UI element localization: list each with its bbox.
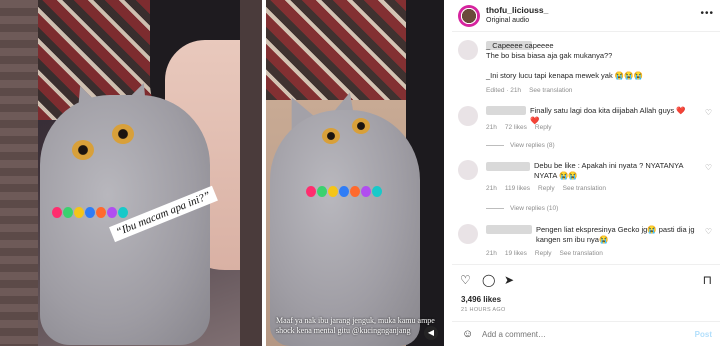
post-button[interactable]: Post bbox=[695, 330, 712, 339]
add-comment-bar: ☺ Post bbox=[452, 321, 720, 346]
action-bar: ♡ ◯ ➤ ⊓ bbox=[460, 273, 712, 287]
likes-count[interactable]: 119 likes bbox=[505, 185, 530, 192]
avatar[interactable] bbox=[458, 224, 478, 244]
grey-cat bbox=[270, 110, 420, 346]
cat-eye bbox=[352, 118, 370, 134]
comment-icon[interactable]: ◯ bbox=[482, 273, 495, 287]
see-translation-link[interactable]: See translation bbox=[560, 250, 603, 257]
audio-link[interactable]: Original audio bbox=[486, 17, 529, 24]
cat-eye bbox=[112, 124, 134, 144]
mute-icon[interactable]: ◀ bbox=[424, 326, 438, 340]
heart-icon[interactable]: ♡ bbox=[705, 108, 712, 117]
comment-meta: 21h 19 likes Reply See translation bbox=[486, 250, 603, 257]
likes-count[interactable]: 3,496 likes bbox=[461, 295, 501, 304]
post-video-right[interactable]: Maaf ya nak ibu jarang jenguk, muka kamu… bbox=[266, 0, 444, 346]
reply-button[interactable]: Reply bbox=[535, 124, 552, 131]
emoji-icon[interactable]: ☺ bbox=[462, 328, 473, 340]
bell-collar bbox=[306, 184, 406, 204]
avatar[interactable] bbox=[458, 40, 478, 60]
redacted-username bbox=[486, 225, 532, 234]
more-icon[interactable]: ••• bbox=[700, 8, 714, 19]
comment-meta: 21h 119 likes Reply See translation bbox=[486, 185, 607, 192]
post-image-left[interactable]: “Ibu macam apa ini?” bbox=[0, 0, 262, 346]
cat-eye bbox=[72, 140, 94, 160]
see-translation-link[interactable]: See translation bbox=[529, 87, 572, 94]
comments-list: _ Capeeee capeeee The bo bisa biasa aja … bbox=[452, 34, 720, 262]
heart-icon[interactable]: ♡ bbox=[705, 227, 712, 236]
image-caption-right: Maaf ya nak ibu jarang jenguk, muka kamu… bbox=[276, 316, 435, 335]
likes-count[interactable]: 72 likes bbox=[505, 124, 527, 131]
redacted-username bbox=[486, 162, 530, 171]
heart-icon[interactable]: ♡ bbox=[460, 273, 471, 287]
view-replies-button[interactable]: View replies (10) bbox=[486, 205, 558, 212]
comment-text: Finally satu lagi doa kita diijabah Alla… bbox=[530, 106, 686, 125]
comment-meta: Edited · 21h See translation bbox=[486, 87, 573, 94]
avatar[interactable] bbox=[458, 5, 480, 27]
see-translation-link[interactable]: See translation bbox=[563, 185, 606, 192]
reply-button[interactable]: Reply bbox=[538, 185, 555, 192]
instagram-post-view: “Ibu macam apa ini?” Maaf ya nak ibu jar… bbox=[0, 0, 720, 346]
post-header: thofu_liciouss_ Original audio ••• bbox=[452, 0, 720, 32]
likes-count[interactable]: 19 likes bbox=[505, 250, 527, 257]
post-timestamp: 21 HOURS AGO bbox=[461, 307, 506, 313]
window-blind bbox=[0, 0, 38, 346]
comment-text: _ Capeeee capeeee The bo bisa biasa aja … bbox=[486, 41, 643, 80]
avatar[interactable] bbox=[458, 160, 478, 180]
comment-meta: 21h 72 likes Reply bbox=[486, 124, 552, 131]
reply-button[interactable]: Reply bbox=[535, 250, 552, 257]
redacted-username bbox=[486, 106, 526, 115]
comment-input[interactable] bbox=[482, 330, 662, 339]
view-replies-button[interactable]: View replies (8) bbox=[486, 142, 555, 149]
username-link[interactable]: thofu_liciouss_ bbox=[486, 5, 548, 15]
comment-text: Debu be like : Apakah ini nyata ? NYATAN… bbox=[534, 161, 684, 180]
heart-icon[interactable]: ♡ bbox=[705, 163, 712, 172]
comment-text: Pengen liat ekspresinya Gecko jg😭 pasti … bbox=[536, 225, 695, 244]
share-icon[interactable]: ➤ bbox=[504, 273, 514, 287]
post-footer: ♡ ◯ ➤ ⊓ 3,496 likes 21 HOURS AGO ☺ Post bbox=[452, 264, 720, 346]
bookmark-icon[interactable]: ⊓ bbox=[703, 273, 712, 287]
cat-eye bbox=[322, 128, 340, 144]
avatar[interactable] bbox=[458, 106, 478, 126]
comments-panel: thofu_liciouss_ Original audio ••• _ Cap… bbox=[452, 0, 720, 346]
